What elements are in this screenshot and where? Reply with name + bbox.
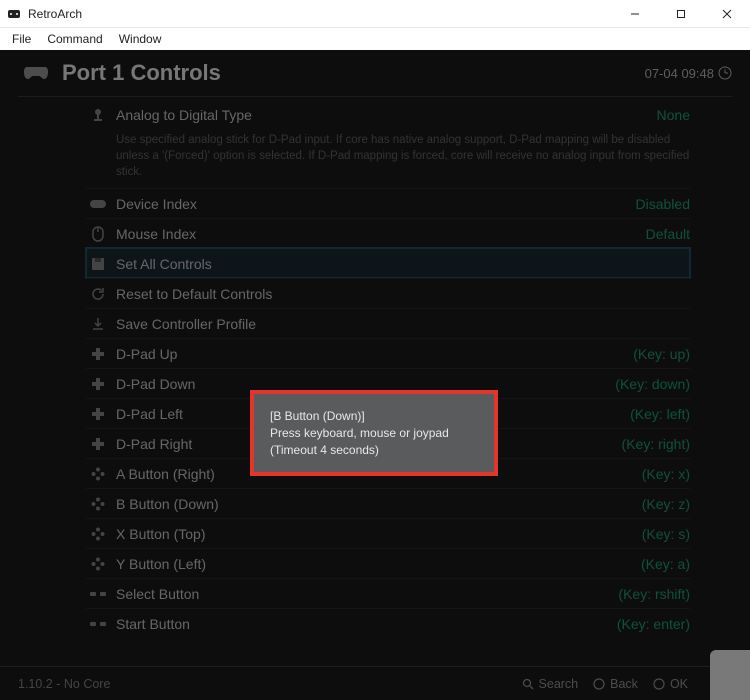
ok-icon	[652, 677, 666, 691]
bind-prompt-content[interactable]: [B Button (Down)] Press keyboard, mouse …	[254, 394, 494, 472]
face-buttons-icon	[86, 467, 110, 481]
version-text: 1.10.2 - No Core	[18, 677, 507, 691]
row-device-index[interactable]: Device Index Disabled	[86, 188, 690, 218]
page-title: Port 1 Controls	[62, 60, 645, 86]
row-value: (Key: x)	[642, 466, 690, 482]
mouse-icon	[86, 226, 110, 242]
window-buttons	[612, 0, 750, 28]
header-separator	[18, 96, 732, 97]
footer-search-label: Search	[539, 677, 579, 691]
download-icon	[86, 317, 110, 331]
row-mouse-index[interactable]: Mouse Index Default	[86, 218, 690, 248]
bind-prompt-timeout: (Timeout 4 seconds)	[270, 442, 478, 459]
window-minimize-button[interactable]	[612, 0, 658, 28]
row-label: B Button (Down)	[110, 496, 642, 512]
menu-button-icon	[86, 589, 110, 599]
footer-ok-label: OK	[670, 677, 688, 691]
row-label: Y Button (Left)	[110, 556, 641, 572]
menu-window[interactable]: Window	[111, 30, 170, 48]
dpad-icon	[86, 377, 110, 391]
row-reset-default[interactable]: Reset to Default Controls	[86, 278, 690, 308]
window-titlebar: RetroArch	[0, 0, 750, 28]
app-icon	[6, 6, 22, 22]
row-value: (Key: a)	[641, 556, 690, 572]
joystick-icon	[86, 107, 110, 123]
row-b-button[interactable]: B Button (Down) (Key: z)	[86, 488, 690, 518]
window-maximize-button[interactable]	[658, 0, 704, 28]
row-dpad-up[interactable]: D-Pad Up (Key: up)	[86, 338, 690, 368]
row-value: (Key: enter)	[617, 616, 690, 632]
dpad-icon	[86, 437, 110, 451]
face-buttons-icon	[86, 527, 110, 541]
row-value: (Key: up)	[633, 346, 690, 362]
page-header: Port 1 Controls 07-04 09:48	[0, 50, 750, 90]
row-value: (Key: z)	[642, 496, 690, 512]
row-value: (Key: s)	[642, 526, 690, 542]
menu-command[interactable]: Command	[39, 30, 110, 48]
clock-icon	[718, 66, 732, 80]
row-y-button[interactable]: Y Button (Left) (Key: a)	[86, 548, 690, 578]
row-label: Mouse Index	[110, 226, 646, 242]
row-label: D-Pad Up	[110, 346, 633, 362]
save-icon	[86, 257, 110, 271]
footer-back[interactable]: Back	[592, 677, 638, 691]
bind-prompt-instruction: Press keyboard, mouse or joypad	[270, 425, 478, 442]
footer-ok[interactable]: OK	[652, 677, 688, 691]
settings-list: Analog to Digital Type None Use specifie…	[0, 100, 750, 638]
app-body: Port 1 Controls 07-04 09:48 Analog to Di…	[0, 50, 750, 700]
row-x-button[interactable]: X Button (Top) (Key: s)	[86, 518, 690, 548]
row-label: Reset to Default Controls	[110, 286, 690, 302]
search-icon	[521, 677, 535, 691]
bind-prompt-modal: [B Button (Down)] Press keyboard, mouse …	[250, 390, 498, 476]
footer-search[interactable]: Search	[521, 677, 579, 691]
dpad-icon	[86, 347, 110, 361]
footer-bar: 1.10.2 - No Core Search Back OK	[0, 666, 750, 700]
row-label: Start Button	[110, 616, 617, 632]
row-set-all-controls[interactable]: Set All Controls	[86, 248, 690, 278]
gamepad-icon	[86, 199, 110, 209]
back-icon	[592, 677, 606, 691]
row-value: (Key: right)	[622, 436, 690, 452]
face-buttons-icon	[86, 497, 110, 511]
clock-text: 07-04 09:48	[645, 66, 714, 81]
row-select-button[interactable]: Select Button (Key: rshift)	[86, 578, 690, 608]
window-title: RetroArch	[28, 7, 612, 21]
row-analog-digital[interactable]: Analog to Digital Type None	[86, 100, 690, 130]
refresh-icon	[86, 287, 110, 301]
controller-icon	[22, 64, 50, 82]
help-text: Use specified analog stick for D-Pad inp…	[110, 130, 690, 188]
row-label: X Button (Top)	[110, 526, 642, 542]
content-scroll[interactable]: Analog to Digital Type None Use specifie…	[0, 100, 750, 666]
dpad-icon	[86, 407, 110, 421]
menu-file[interactable]: File	[4, 30, 39, 48]
row-value: (Key: rshift)	[618, 586, 690, 602]
clock: 07-04 09:48	[645, 66, 732, 81]
row-label: Select Button	[110, 586, 618, 602]
row-value: None	[657, 107, 690, 123]
footer-back-label: Back	[610, 677, 638, 691]
window-close-button[interactable]	[704, 0, 750, 28]
menubar: File Command Window	[0, 28, 750, 50]
row-value: Disabled	[636, 196, 690, 212]
row-value: (Key: down)	[615, 376, 690, 392]
row-label: Set All Controls	[110, 256, 690, 272]
os-scrollbar-corner[interactable]	[710, 650, 750, 700]
row-value: Default	[646, 226, 690, 242]
bind-prompt-title: [B Button (Down)]	[270, 408, 478, 425]
modal-highlight-border: [B Button (Down)] Press keyboard, mouse …	[250, 390, 498, 476]
menu-button-icon	[86, 619, 110, 629]
row-save-profile[interactable]: Save Controller Profile	[86, 308, 690, 338]
row-value: (Key: left)	[630, 406, 690, 422]
row-label: Save Controller Profile	[110, 316, 690, 332]
row-start-button[interactable]: Start Button (Key: enter)	[86, 608, 690, 638]
face-buttons-icon	[86, 557, 110, 571]
row-label: Device Index	[110, 196, 636, 212]
row-label: Analog to Digital Type	[110, 107, 657, 123]
